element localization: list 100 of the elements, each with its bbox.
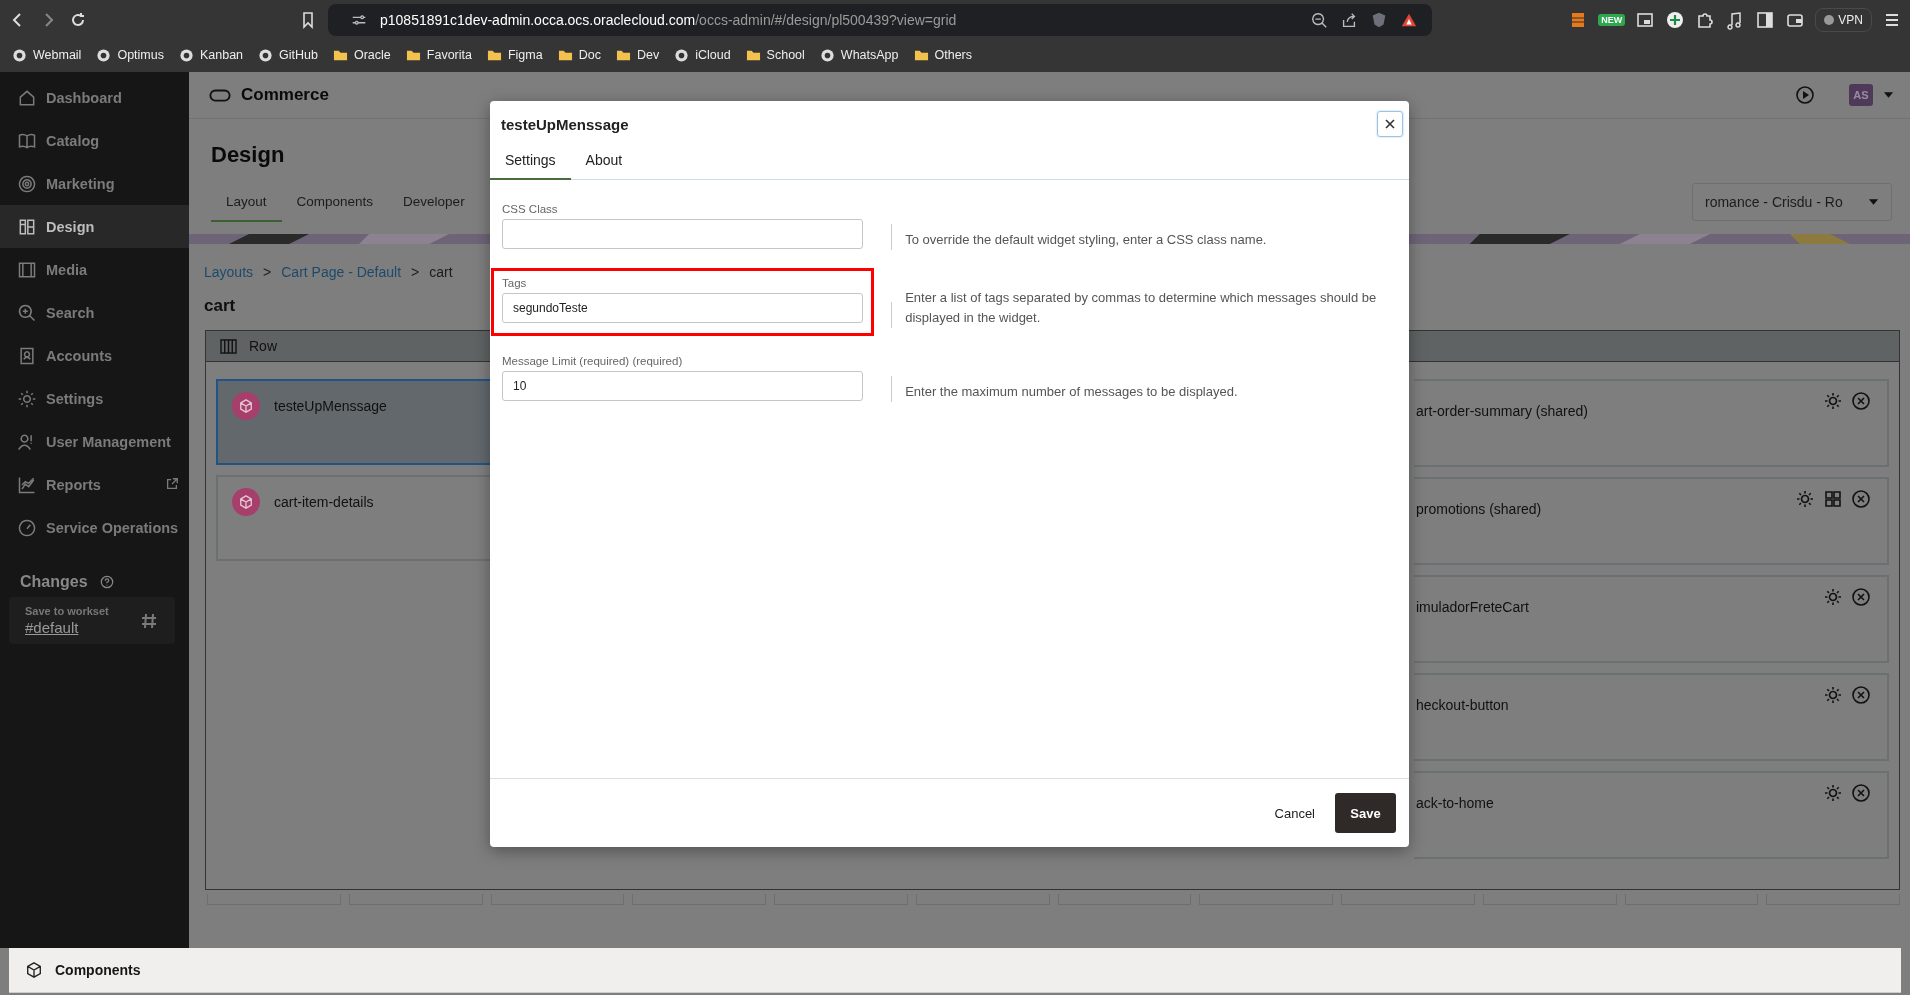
field-help: To override the default widget styling, enter a CSS class name. <box>905 231 1268 249</box>
bookmark-link[interactable]: Doc <box>557 47 601 63</box>
widget-card[interactable]: imuladorFreteCart <box>1414 575 1889 663</box>
widget-card[interactable]: promotions (shared) <box>1414 477 1889 565</box>
bookmark-link[interactable]: Favorita <box>405 47 472 63</box>
site-icon <box>96 47 112 63</box>
changes-heading: Changes <box>20 573 88 591</box>
sidebar-item[interactable]: Dashboard <box>0 76 189 119</box>
widget-card[interactable]: ack-to-home <box>1414 771 1889 859</box>
sidebar-item[interactable]: Service Operations <box>0 506 189 549</box>
logo-icon <box>209 88 231 102</box>
widget-card[interactable]: art-order-summary (shared) <box>1414 379 1889 467</box>
sidebar-item[interactable]: Marketing <box>0 162 189 205</box>
workset-label: Save to workset <box>25 605 110 617</box>
close-icon[interactable] <box>1377 111 1403 137</box>
vpn-button[interactable]: VPN <box>1815 8 1872 32</box>
settings-icon[interactable] <box>1823 391 1843 411</box>
settings-icon[interactable] <box>1823 685 1843 705</box>
field-label: Tags <box>502 277 528 289</box>
dialog-title: testeUpMenssage <box>501 115 629 133</box>
settings-icon[interactable] <box>1795 489 1815 509</box>
save-button[interactable]: Save <box>1335 793 1396 833</box>
share-icon[interactable] <box>1340 11 1358 29</box>
plus-circle-icon[interactable] <box>1665 10 1686 30</box>
external-link-icon <box>165 477 179 491</box>
address-bar[interactable]: p10851891c1dev-admin.occa.ocs.oraclecloud.com/occs-admin/#/design/pl500439?view=grid <box>328 4 1432 36</box>
nav-icon <box>17 173 37 194</box>
widget-card[interactable]: heckout-button <box>1414 673 1889 761</box>
site-icon <box>178 47 194 63</box>
remove-icon[interactable] <box>1851 391 1871 411</box>
breadcrumb-separator: > <box>263 264 272 280</box>
nav-icon <box>17 388 37 409</box>
sidebar-item[interactable]: Reports <box>0 463 189 506</box>
user-avatar[interactable]: AS <box>1849 84 1873 106</box>
sidebar-item[interactable]: Search <box>0 291 189 334</box>
remove-icon[interactable] <box>1851 489 1871 509</box>
layout-title: cart <box>204 296 236 316</box>
input-field[interactable] <box>502 219 864 249</box>
settings-icon[interactable] <box>1823 587 1843 607</box>
input-field[interactable]: segundoTeste <box>502 293 864 323</box>
field-help: Enter the maximum number of messages to be displayed. <box>905 383 1239 401</box>
page-tab[interactable]: Developer <box>388 186 480 222</box>
nav-icon <box>17 517 37 538</box>
cancel-button[interactable]: Cancel <box>1266 797 1323 829</box>
caret-icon <box>1868 198 1879 206</box>
page-tab[interactable]: Components <box>281 186 389 222</box>
field-label: Message Limit (required) (required) <box>502 355 684 367</box>
help-icon[interactable] <box>99 575 114 589</box>
sidebar-item[interactable]: Accounts <box>0 334 189 377</box>
bookmark-link[interactable]: Others <box>913 47 972 63</box>
nav-icon <box>17 345 37 366</box>
remove-icon[interactable] <box>1851 587 1871 607</box>
site-icon <box>12 47 27 63</box>
bookmark-link[interactable]: Figma <box>486 47 543 63</box>
columns-icon <box>220 338 237 354</box>
remove-icon[interactable] <box>1851 783 1871 803</box>
components-bar[interactable]: Components <box>9 948 1901 993</box>
bookmark-link[interactable]: GitHub <box>258 47 318 63</box>
picture-in-picture-icon[interactable] <box>1635 10 1656 30</box>
cube-icon <box>232 488 260 516</box>
bookmark-link[interactable]: Oracle <box>332 47 391 63</box>
zoom-out-icon[interactable] <box>1310 11 1328 29</box>
shield-icon[interactable] <box>1370 11 1388 29</box>
bookmark-link[interactable]: Dev <box>615 47 660 63</box>
page-tab[interactable]: Layout <box>211 186 282 222</box>
site-icon <box>258 47 274 63</box>
breadcrumb-separator: > <box>411 264 420 280</box>
bookmark-link[interactable]: iCloud <box>674 47 731 63</box>
bookmark-link[interactable]: Optimus <box>96 47 164 63</box>
input-field[interactable]: 10 <box>502 371 864 401</box>
caret-icon[interactable] <box>1883 91 1894 99</box>
nav-icon <box>17 302 37 323</box>
sidebar-item[interactable]: Catalog <box>0 119 189 162</box>
site-icon <box>819 47 835 63</box>
settings-icon[interactable] <box>1823 783 1843 803</box>
grid-icon[interactable] <box>1823 489 1843 509</box>
dialog-tab[interactable]: Settings <box>490 144 571 180</box>
page-title: Design <box>211 142 286 168</box>
new-badge[interactable]: NEW <box>1598 14 1626 26</box>
bookmark-link[interactable]: Webmail <box>12 47 82 63</box>
cube-icon <box>25 961 43 979</box>
bookmark-link[interactable]: School <box>745 47 805 63</box>
workset-link[interactable]: #default <box>25 619 139 636</box>
sidebar-item[interactable]: Design <box>0 205 189 248</box>
cube-icon <box>232 392 260 420</box>
site-select[interactable]: romance - Crisdu - Ro <box>1692 183 1892 221</box>
bookmark-link[interactable]: Kanban <box>178 47 244 63</box>
site-icon <box>674 47 690 63</box>
remove-icon[interactable] <box>1851 685 1871 705</box>
bookmark-link[interactable]: WhatsApp <box>819 47 899 63</box>
breadcrumb-item: cart <box>429 264 453 280</box>
sidebar-icon[interactable] <box>1755 10 1776 30</box>
sidebar-item[interactable]: Media <box>0 248 189 291</box>
app-title: Commerce <box>241 85 329 105</box>
sidebar-item[interactable]: Settings <box>0 377 189 420</box>
puzzle-icon[interactable] <box>1695 10 1716 30</box>
field-label: CSS Class <box>502 203 559 215</box>
dialog-tab[interactable]: About <box>570 144 638 180</box>
play-icon[interactable] <box>1795 85 1815 105</box>
sidebar-item[interactable]: User Management <box>0 420 189 463</box>
